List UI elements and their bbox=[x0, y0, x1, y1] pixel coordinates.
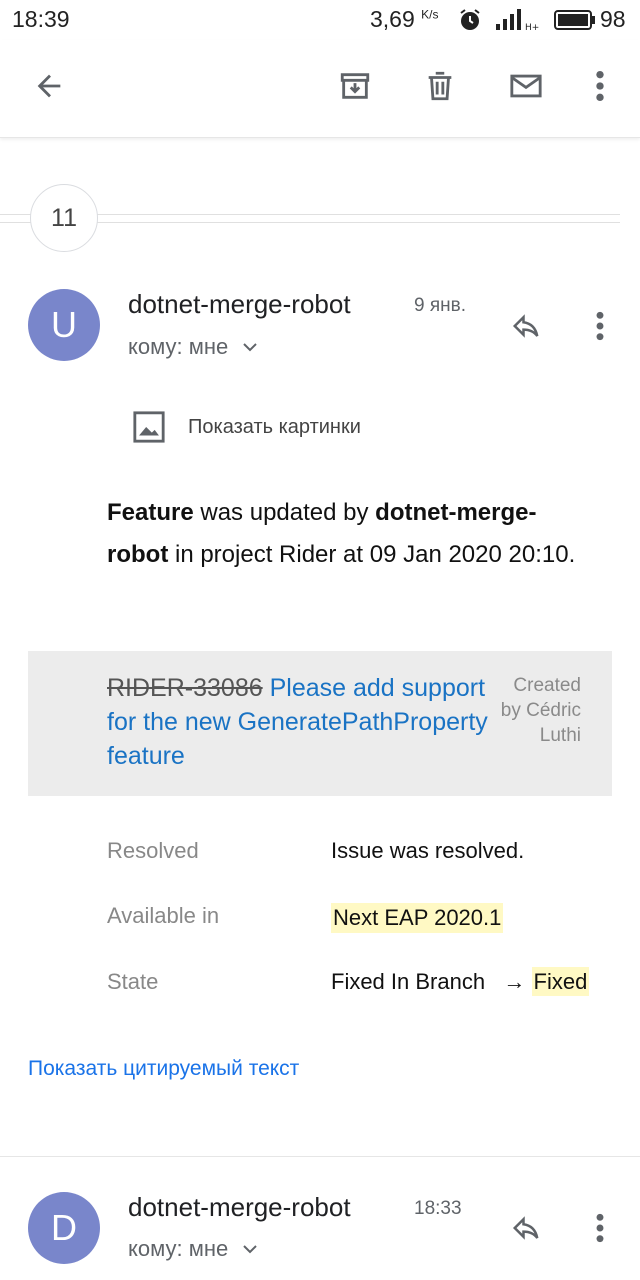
issue-title[interactable]: RIDER-33086 Please add support for the n… bbox=[107, 671, 497, 773]
mark-unread-icon bbox=[510, 74, 542, 98]
field-label: Available in bbox=[107, 903, 220, 928]
collapsed-messages-count[interactable]: 11 bbox=[30, 184, 98, 252]
field-value: Next EAP 2020.1 bbox=[331, 903, 504, 933]
status-bar: 18:39 3,69 K/s H+ 98 bbox=[0, 0, 640, 40]
network-speed: 3,69 K/s bbox=[370, 6, 439, 32]
recipient-line[interactable]: кому: мне bbox=[128, 1236, 258, 1262]
svg-text:H+: H+ bbox=[525, 23, 539, 32]
issue-card: RIDER-33086 Please add support for the n… bbox=[28, 651, 612, 796]
more-options-button[interactable] bbox=[578, 64, 622, 108]
sender-name[interactable]: dotnet-merge-robot bbox=[128, 1192, 351, 1223]
reply-icon bbox=[512, 314, 539, 338]
battery-icon bbox=[554, 10, 595, 30]
chevron-down-icon bbox=[243, 343, 257, 352]
show-images-button[interactable]: Показать картинки bbox=[132, 410, 361, 444]
more-vert-icon bbox=[596, 1213, 604, 1243]
message-date: 9 янв. bbox=[414, 295, 466, 316]
show-quoted-text-link[interactable]: Показать цитируемый текст bbox=[28, 1057, 299, 1081]
recipient-line[interactable]: кому: мне bbox=[128, 334, 258, 360]
message-date: 18:33 bbox=[414, 1198, 462, 1219]
field-label: State bbox=[107, 969, 159, 994]
field-label: Resolved bbox=[107, 838, 199, 863]
more-vert-icon bbox=[596, 311, 604, 341]
message-separator bbox=[0, 1156, 640, 1157]
delete-button[interactable] bbox=[418, 64, 462, 108]
more-vert-icon bbox=[596, 70, 604, 102]
avatar: U bbox=[28, 289, 100, 361]
state-arrow: → bbox=[503, 969, 526, 994]
created-by: Created by Cédric Luthi bbox=[500, 675, 581, 746]
message-more-button[interactable] bbox=[578, 304, 622, 348]
archive-button[interactable] bbox=[333, 64, 377, 108]
reply-button[interactable] bbox=[504, 304, 548, 348]
show-images-label: Показать картинки bbox=[188, 415, 361, 438]
reply-icon bbox=[512, 1216, 539, 1240]
avatar: D bbox=[28, 1192, 100, 1264]
message-more-button[interactable] bbox=[578, 1206, 622, 1250]
field-value: Issue was resolved. bbox=[331, 838, 525, 863]
reply-button[interactable] bbox=[504, 1206, 548, 1250]
mark-unread-button[interactable] bbox=[504, 64, 548, 108]
state-new-value: Fixed bbox=[531, 967, 590, 996]
alarm-icon bbox=[460, 9, 480, 30]
status-time: 18:39 bbox=[12, 6, 70, 32]
sender-name[interactable]: dotnet-merge-robot bbox=[128, 289, 351, 320]
back-arrow-icon bbox=[37, 74, 61, 98]
chevron-down-icon bbox=[243, 1245, 257, 1254]
app-toolbar bbox=[0, 40, 640, 138]
signal-icon: H+ bbox=[496, 9, 539, 32]
delete-icon bbox=[428, 71, 452, 101]
issue-id[interactable]: RIDER-33086 bbox=[107, 674, 263, 702]
state-old-value: Fixed In Branch bbox=[331, 969, 486, 994]
archive-icon bbox=[340, 73, 370, 99]
image-icon bbox=[133, 411, 165, 443]
back-button[interactable] bbox=[27, 64, 71, 108]
recipient-label: кому: мне bbox=[128, 1236, 229, 1261]
battery-percent: 98 bbox=[600, 6, 626, 32]
message-body-text: Feature was updated by dotnet-merge-robo… bbox=[107, 499, 576, 568]
field-value: Fixed In Branch → Fixed bbox=[331, 967, 590, 996]
recipient-label: кому: мне bbox=[128, 334, 229, 359]
